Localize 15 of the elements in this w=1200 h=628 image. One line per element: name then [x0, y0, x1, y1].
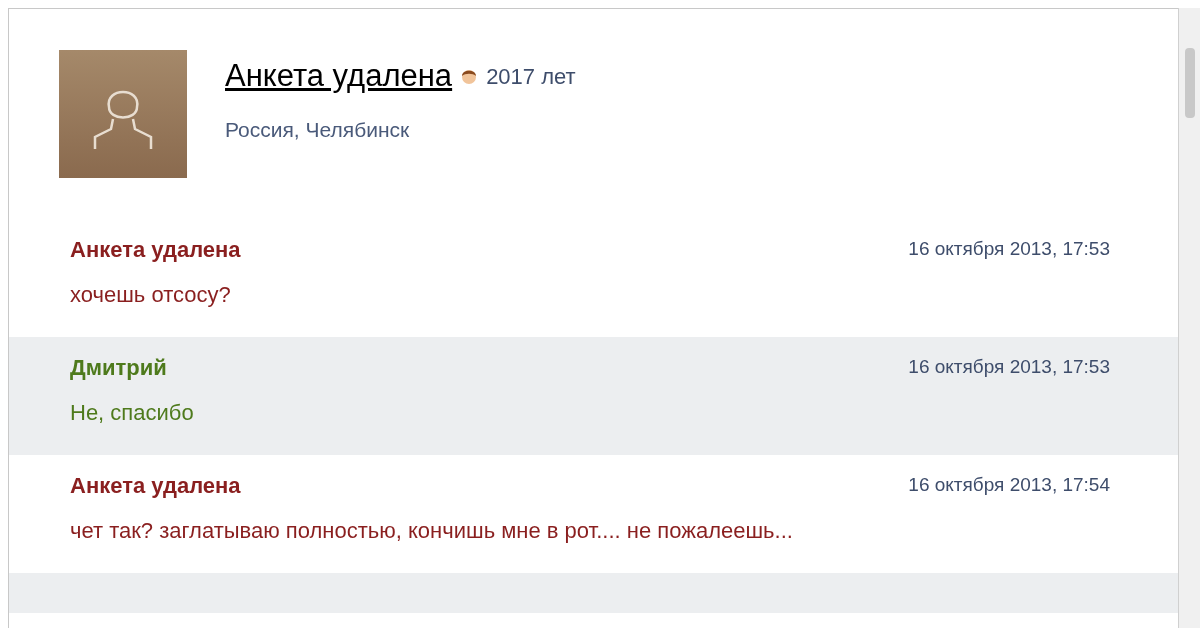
scrollbar[interactable] — [1178, 8, 1200, 628]
avatar[interactable] — [59, 50, 187, 178]
boy-face-icon — [460, 67, 479, 86]
author-name: Анкета удалена — [70, 472, 241, 500]
profile-name-link[interactable]: Анкета удалена — [225, 53, 453, 100]
message-text: чет так? заглатываю полностью, кончишь мне в рот.... не пожалеешь... — [70, 517, 794, 545]
age-text: 2017 лет — [486, 62, 576, 91]
author-name: Дмитрий — [70, 354, 167, 382]
message-text: Не, спасибо — [70, 399, 195, 427]
message-date: 16 октября 2013, 17:54 — [908, 473, 1110, 498]
location-text: Россия, Челябинск — [225, 116, 411, 143]
author-name: Анкета удалена — [70, 236, 241, 264]
message-date: 16 октября 2013, 17:53 — [908, 355, 1110, 380]
message-date: 16 октября 2013, 17:53 — [908, 237, 1110, 262]
message-text: хочешь отсосу? — [70, 281, 232, 309]
